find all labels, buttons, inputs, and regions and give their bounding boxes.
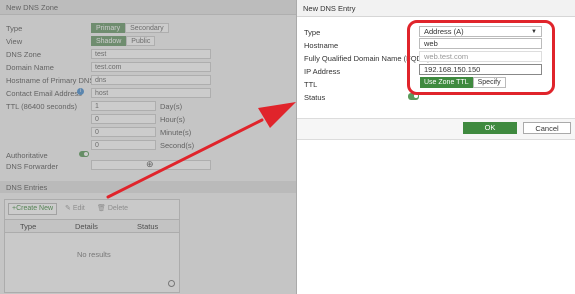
arrow-shaft xyxy=(106,118,264,199)
arrow-head xyxy=(258,102,296,128)
arrow-annotation xyxy=(106,102,296,199)
